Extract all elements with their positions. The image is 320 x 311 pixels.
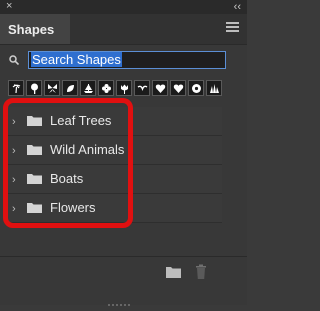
- bird-icon[interactable]: [134, 80, 150, 96]
- search-row: Search Shapes: [0, 50, 247, 74]
- panel-header: Shapes: [0, 14, 247, 45]
- heart-icon[interactable]: [152, 80, 168, 96]
- search-icon: [9, 55, 19, 65]
- collapse-panel-icon[interactable]: ‹‹: [234, 1, 241, 13]
- panel-menu-icon[interactable]: [226, 22, 239, 34]
- search-value: Search Shapes: [31, 52, 122, 67]
- palm-tree-icon[interactable]: [8, 80, 24, 96]
- search-input[interactable]: Search Shapes: [28, 51, 226, 69]
- butterfly-icon[interactable]: [44, 80, 60, 96]
- trash-icon[interactable]: [195, 264, 207, 279]
- ship-icon[interactable]: [80, 80, 96, 96]
- close-icon[interactable]: ×: [6, 0, 12, 13]
- panel-top-strip: × ‹‹: [0, 0, 247, 14]
- flower-icon[interactable]: [98, 80, 114, 96]
- highlight-annotation: [3, 98, 133, 228]
- tulip-icon[interactable]: [116, 80, 132, 96]
- recent-shapes-strip: [8, 80, 233, 97]
- tab-shapes[interactable]: Shapes: [0, 14, 70, 44]
- shapes-panel: × ‹‹ Shapes Search Shapes › Leaf Trees ›…: [0, 0, 247, 306]
- flower-outline-icon[interactable]: [188, 80, 204, 96]
- panel-footer: [0, 256, 247, 287]
- tree-icon[interactable]: [26, 80, 42, 96]
- resize-grip[interactable]: [108, 293, 138, 306]
- grass-icon[interactable]: [206, 80, 222, 96]
- leaf-icon[interactable]: [62, 80, 78, 96]
- new-group-folder-icon[interactable]: [166, 266, 181, 278]
- tab-label: Shapes: [8, 22, 55, 37]
- heart-outline-icon[interactable]: [170, 80, 186, 96]
